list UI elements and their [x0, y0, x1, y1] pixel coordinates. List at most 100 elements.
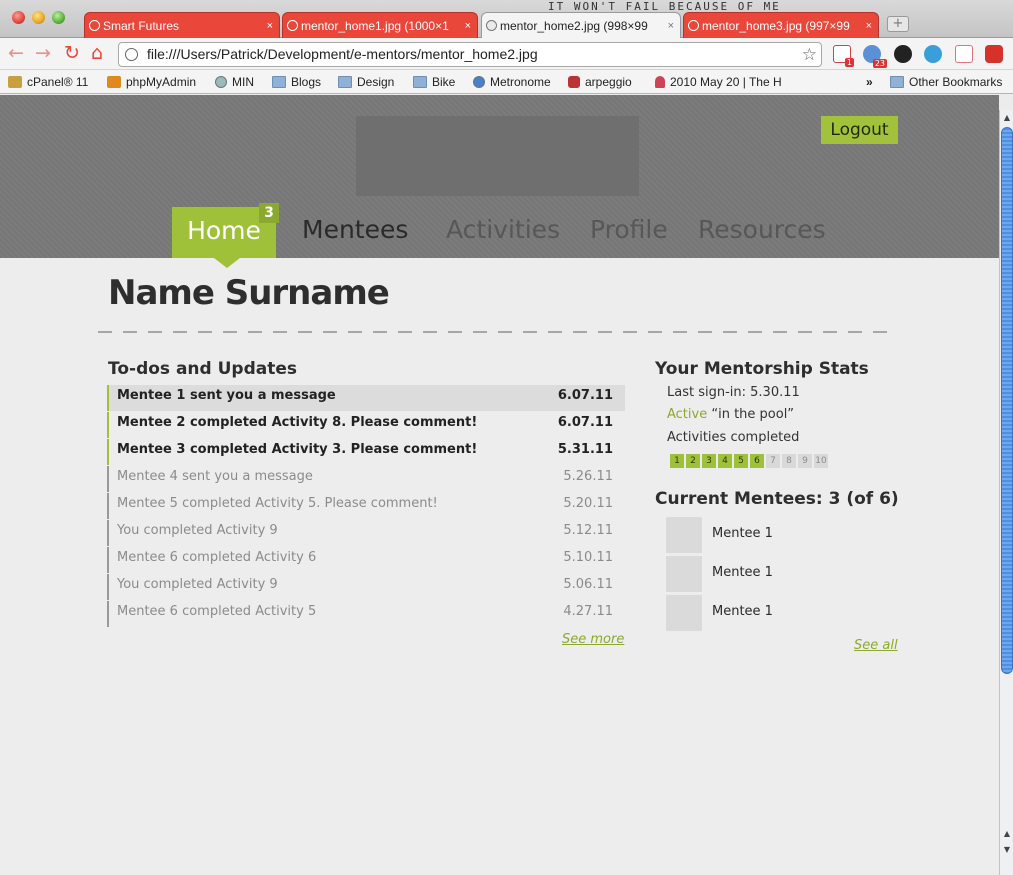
bookmark-label: Metronome: [490, 75, 551, 89]
tab-close-icon[interactable]: ×: [668, 13, 674, 39]
activity-cell: 7: [766, 454, 780, 468]
bookmark-blogs[interactable]: Blogs: [272, 74, 321, 90]
todo-row[interactable]: Mentee 3 completed Activity 3. Please co…: [107, 439, 625, 465]
bookmark-label: Bike: [432, 75, 456, 89]
reload-icon[interactable]: ↻: [64, 42, 80, 64]
activity-cell: 8: [782, 454, 796, 468]
tab-mentor-home1[interactable]: mentor_home1.jpg (1000×1 ×: [282, 12, 478, 38]
page-menu-icon[interactable]: [955, 45, 973, 63]
nav-mentees[interactable]: Mentees: [302, 215, 408, 245]
mentee-item[interactable]: Mentee 1: [666, 556, 906, 592]
bookmark-arpeggio[interactable]: arpeggio: [568, 74, 632, 90]
bookmark-2010-may-20[interactable]: 2010 May 20 | The H: [655, 74, 785, 90]
window-minimize-button[interactable]: [32, 11, 45, 24]
todo-row[interactable]: Mentee 1 sent you a message 6.07.11: [107, 385, 625, 411]
todo-text: Mentee 2 completed Activity 8. Please co…: [117, 415, 478, 430]
logout-button[interactable]: Logout: [821, 116, 898, 144]
bookmark-other-bookmarks[interactable]: Other Bookmarks: [890, 74, 1002, 90]
globe-icon: [486, 20, 497, 31]
page-scrollbar[interactable]: ▲ ▲ ▼: [999, 110, 1013, 875]
folder-icon: [890, 76, 904, 88]
bookmark-design[interactable]: Design: [338, 74, 394, 90]
forward-arrow-icon[interactable]: →: [35, 42, 51, 64]
bookmark-label: MIN: [232, 75, 254, 89]
avatar: [666, 556, 702, 592]
todo-date: 6.07.11: [557, 415, 613, 430]
bookmark-label: Other Bookmarks: [909, 75, 1003, 89]
bookmark-label: Design: [357, 75, 395, 89]
todo-text: Mentee 4 sent you a message: [117, 469, 313, 484]
globe-icon: [89, 20, 100, 31]
avatar: [666, 517, 702, 553]
nav-profile[interactable]: Profile: [590, 215, 668, 245]
todo-text: Mentee 6 completed Activity 5: [117, 604, 317, 619]
tab-close-icon[interactable]: ×: [267, 13, 273, 38]
page-viewport: Logout Home 3 Mentees Activities Profile…: [0, 95, 999, 875]
activity-cell: 9: [798, 454, 812, 468]
logo-placeholder: [356, 116, 639, 196]
todo-date: 5.10.11: [563, 550, 613, 565]
see-more-link[interactable]: See more: [562, 632, 624, 647]
metronome-icon: [473, 76, 485, 88]
bookmark-metronome[interactable]: Metronome: [473, 74, 551, 90]
nav-active-arrow: [214, 258, 240, 268]
window-close-button[interactable]: [12, 11, 25, 24]
address-bar[interactable]: file:///Users/Patrick/Development/e-ment…: [118, 42, 822, 67]
see-all-link[interactable]: See all: [854, 638, 898, 653]
bookmark-bike[interactable]: Bike: [413, 74, 455, 90]
mentee-item[interactable]: Mentee 1: [666, 517, 906, 553]
nav-activities[interactable]: Activities: [446, 215, 560, 245]
scroll-up-arrow-icon[interactable]: ▲: [1001, 112, 1013, 124]
mentee-name: Mentee 1: [712, 604, 773, 619]
bookmarks-overflow-chevron-icon[interactable]: »: [866, 74, 873, 90]
todo-row[interactable]: Mentee 6 completed Activity 5 4.27.11: [107, 601, 625, 627]
tab-mentor-home2[interactable]: mentor_home2.jpg (998×99 ×: [481, 12, 681, 39]
mentees-heading: Current Mentees: 3 (of 6): [655, 489, 899, 509]
todo-date: 5.26.11: [563, 469, 613, 484]
globe-icon: [125, 48, 138, 61]
todo-date: 5.20.11: [563, 496, 613, 511]
todo-row[interactable]: You completed Activity 9 5.12.11: [107, 520, 625, 546]
back-arrow-icon[interactable]: ←: [8, 42, 24, 64]
todo-text: You completed Activity 9: [117, 523, 278, 538]
settings-icon[interactable]: [894, 45, 912, 63]
tab-label: mentor_home1.jpg (1000×1: [301, 19, 449, 33]
bookmark-star-icon[interactable]: ☆: [802, 43, 817, 66]
tab-label: Smart Futures: [103, 19, 180, 33]
calendar-icon[interactable]: 23: [863, 45, 887, 68]
wrench-icon[interactable]: [985, 45, 1003, 63]
mentee-name: Mentee 1: [712, 526, 773, 541]
avatar: [666, 595, 702, 631]
page-title: Name Surname: [108, 273, 390, 313]
mentee-item[interactable]: Mentee 1: [666, 595, 906, 631]
scroll-up-arrow-icon[interactable]: ▲: [1001, 828, 1013, 840]
nav-resources[interactable]: Resources: [698, 215, 826, 245]
todo-row[interactable]: Mentee 2 completed Activity 8. Please co…: [107, 412, 625, 438]
bookmark-phpmyadmin[interactable]: phpMyAdmin: [107, 74, 196, 90]
todo-row[interactable]: Mentee 4 sent you a message 5.26.11: [107, 466, 625, 492]
gmail-icon[interactable]: 1: [833, 45, 854, 67]
bookmark-label: 2010 May 20 | The H: [670, 75, 782, 89]
tab-mentor-home3[interactable]: mentor_home3.jpg (997×99 ×: [683, 12, 879, 38]
scroll-down-arrow-icon[interactable]: ▼: [1001, 844, 1013, 856]
new-tab-button[interactable]: +: [887, 16, 909, 32]
tab-label: mentor_home2.jpg (998×99: [500, 19, 648, 33]
home-icon[interactable]: ⌂: [91, 42, 103, 64]
tab-close-icon[interactable]: ×: [866, 13, 872, 38]
tab-smart-futures[interactable]: Smart Futures ×: [84, 12, 280, 38]
bookmark-cpanel[interactable]: cPanel® 11: [8, 74, 88, 90]
bookmark-min[interactable]: MIN: [215, 74, 254, 90]
scroll-thumb[interactable]: [1001, 127, 1013, 674]
activity-cell: 10: [814, 454, 828, 468]
extension-icon[interactable]: [924, 45, 942, 63]
todo-text: Mentee 6 completed Activity 6: [117, 550, 317, 565]
todo-date: 4.27.11: [563, 604, 613, 619]
todo-row[interactable]: Mentee 6 completed Activity 6 5.10.11: [107, 547, 625, 573]
todo-row[interactable]: Mentee 5 completed Activity 5. Please co…: [107, 493, 625, 519]
todo-row[interactable]: You completed Activity 9 5.06.11: [107, 574, 625, 600]
tab-close-icon[interactable]: ×: [465, 13, 471, 38]
bookmark-label: Blogs: [291, 75, 322, 89]
folder-icon: [338, 76, 352, 88]
window-zoom-button[interactable]: [52, 11, 65, 24]
folder-icon: [413, 76, 427, 88]
